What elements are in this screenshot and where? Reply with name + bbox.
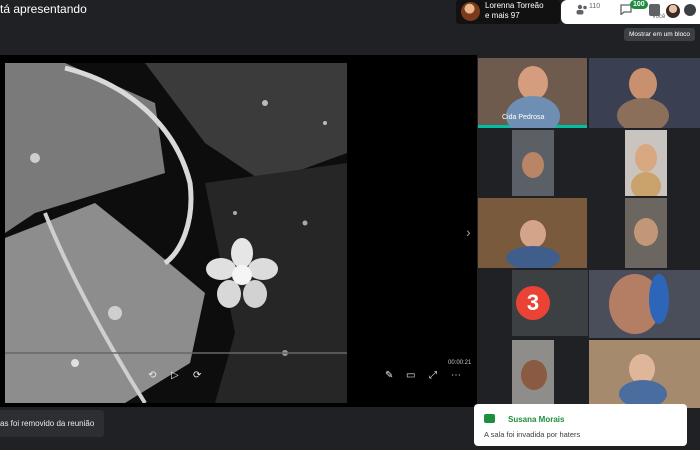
participant-tile[interactable] [589, 270, 700, 338]
people-icon[interactable] [576, 4, 588, 15]
participant-tile[interactable] [625, 198, 667, 268]
fullscreen-icon[interactable]: ⤢ [429, 370, 437, 381]
pencil-icon[interactable]: ✎ [385, 370, 393, 381]
presented-video[interactable] [5, 63, 347, 403]
participant-tile[interactable] [512, 130, 554, 196]
participant-tile[interactable] [478, 198, 587, 268]
video-timestamp: 00:00:21 [448, 360, 472, 366]
participant-tile-active[interactable]: Cida Pedrosa [478, 58, 587, 128]
user-avatar[interactable] [666, 4, 680, 18]
participant-tile[interactable] [589, 58, 700, 128]
chat-message: A sala foi invadida por haters [484, 430, 581, 439]
play-icon[interactable]: ▷ [171, 370, 179, 381]
chat-badge: 100 [630, 0, 648, 9]
presenter-name-line1: Lorenna Torreão [485, 1, 544, 10]
chat-icon [484, 414, 495, 423]
participant-tile-hand-raised[interactable]: 3 [512, 270, 588, 336]
presenter-name-line2: e mais 97 [485, 10, 520, 20]
removed-notification: as foi removido da reunião [0, 410, 105, 437]
chat-notification[interactable] [474, 404, 687, 446]
participant-name: Cida Pedrosa [502, 114, 545, 121]
raised-hand-number: 3 [516, 286, 550, 320]
presenter-name: Lorenna Torreão e mais 97 [485, 1, 544, 20]
chevron-right-icon[interactable]: › [466, 224, 471, 240]
presenting-label: tá apresentando [0, 2, 87, 16]
participant-tile[interactable] [589, 340, 700, 408]
captions-icon[interactable]: ▭ [406, 370, 415, 381]
people-count: 110 [589, 3, 601, 10]
chat-sender: Susana Morais [508, 415, 565, 424]
rewind-icon[interactable]: ⟲ [148, 370, 156, 381]
participant-tile[interactable] [625, 130, 667, 196]
video-frame [5, 63, 347, 403]
you-label: Você [652, 14, 666, 20]
participant-tile[interactable] [512, 340, 554, 408]
participant-grid: Cida Pedrosa 3 [478, 58, 700, 408]
presenter-avatar [461, 2, 480, 21]
more-icon[interactable]: ⋯ [451, 370, 461, 381]
forward-icon[interactable]: ⟳ [193, 370, 201, 381]
menu-icon[interactable] [684, 4, 696, 16]
tooltip-show-in-tile: Mostrar em um bloco [624, 28, 696, 41]
